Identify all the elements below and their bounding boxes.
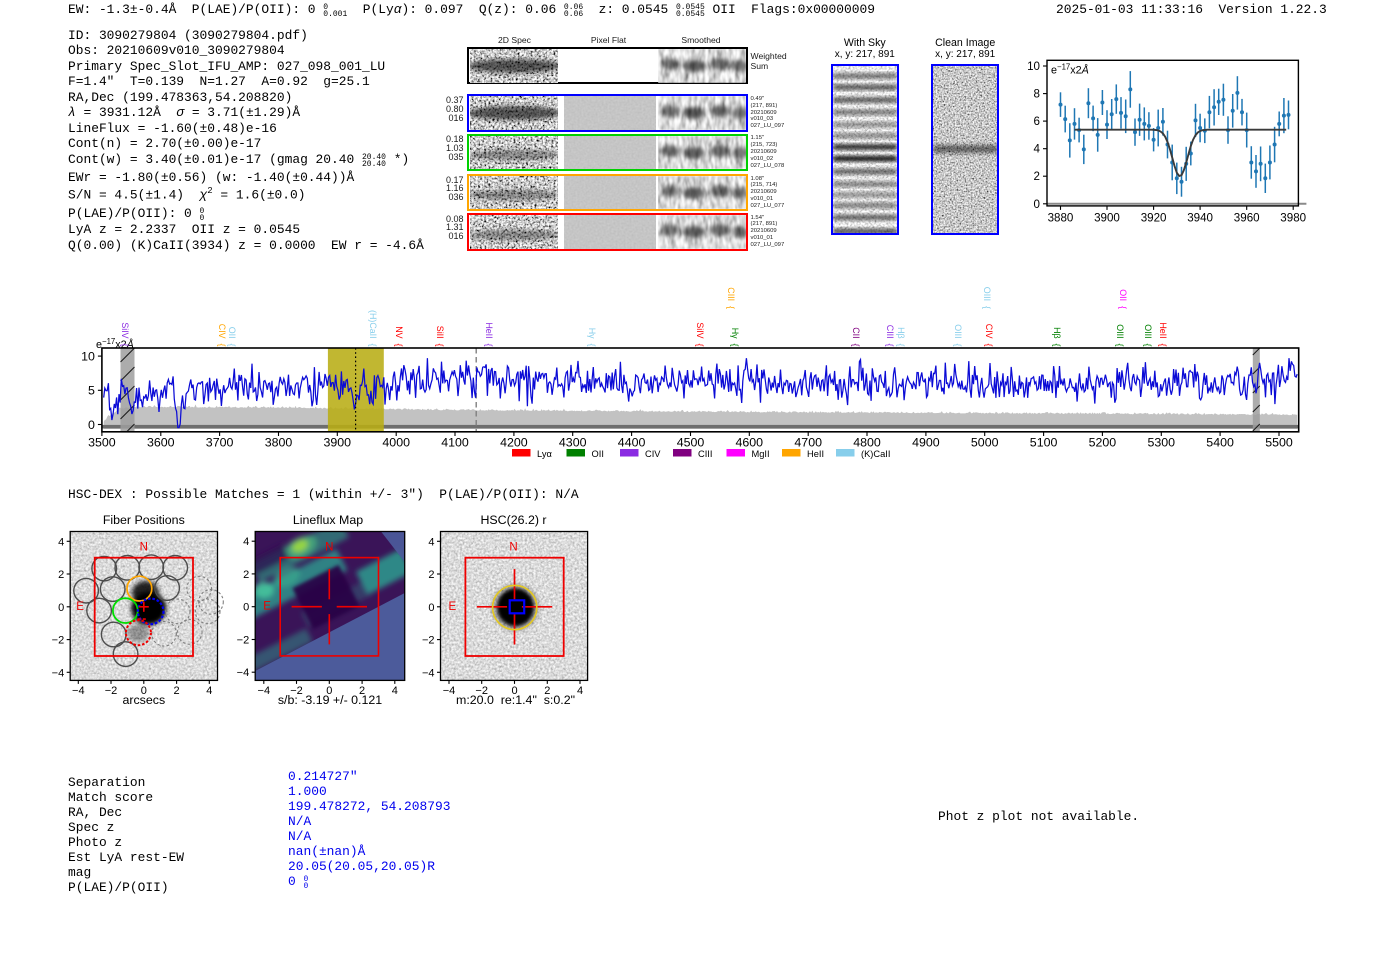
svg-text:(K)CaII: (K)CaII (861, 449, 890, 459)
svg-text:−2: −2 (52, 635, 65, 647)
svg-text:CIII: CIII (698, 449, 712, 459)
svg-text:E: E (263, 601, 271, 613)
svg-text:4: 4 (58, 536, 64, 548)
svg-text:Hγ {: Hγ { (730, 328, 740, 347)
svg-text:4: 4 (243, 536, 249, 548)
svg-text:−4: −4 (258, 685, 271, 697)
svg-text:5300: 5300 (1148, 436, 1176, 450)
svg-text:2: 2 (58, 569, 64, 581)
svg-text:5500: 5500 (1265, 436, 1293, 450)
svg-text:−4: −4 (422, 667, 435, 679)
svg-text:−4: −4 (237, 667, 250, 679)
svg-text:4: 4 (392, 685, 398, 697)
svg-text:E: E (449, 601, 457, 613)
svg-text:4800: 4800 (853, 436, 881, 450)
svg-text:−4: −4 (52, 667, 65, 679)
svg-text:−2: −2 (422, 635, 435, 647)
svg-text:HeII: HeII (807, 449, 824, 459)
svg-text:OIII {: OIII { (1143, 324, 1153, 346)
svg-text:2: 2 (428, 569, 434, 581)
svg-text:CIII {: CIII { (726, 287, 736, 309)
svg-text:4: 4 (577, 685, 583, 697)
svg-text:E: E (76, 601, 84, 613)
svg-text:Hβ {: Hβ { (1052, 327, 1062, 346)
svg-text:4: 4 (206, 685, 212, 697)
svg-text:5200: 5200 (1089, 436, 1117, 450)
svg-text:−2: −2 (105, 685, 118, 697)
svg-text:CII {: CII { (851, 327, 861, 346)
svg-text:4900: 4900 (912, 436, 940, 450)
svg-text:Hβ {: Hβ { (896, 327, 906, 346)
svg-text:OIII {: OIII { (953, 324, 963, 346)
svg-text:N: N (509, 542, 517, 554)
svg-text:−4: −4 (72, 685, 85, 697)
svg-text:5100: 5100 (1030, 436, 1058, 450)
svg-text:OIII {: OIII { (1115, 324, 1125, 346)
svg-text:HeII {: HeII { (1158, 322, 1168, 346)
svg-text:CIII {: CIII { (885, 325, 895, 347)
svg-text:5400: 5400 (1206, 436, 1234, 450)
svg-text:MgII: MgII (752, 449, 770, 459)
svg-text:−4: −4 (443, 685, 456, 697)
svg-text:0: 0 (428, 602, 434, 614)
svg-text:0: 0 (58, 602, 64, 614)
svg-text:−2: −2 (237, 635, 250, 647)
svg-text:2: 2 (243, 569, 249, 581)
svg-text:N: N (140, 542, 148, 554)
svg-text:2: 2 (174, 685, 180, 697)
svg-text:0: 0 (243, 602, 249, 614)
svg-text:OII {: OII { (1118, 289, 1128, 309)
svg-text:4: 4 (428, 536, 434, 548)
svg-text:CIV {: CIV { (984, 324, 994, 347)
svg-text:N: N (325, 542, 333, 554)
svg-text:5000: 5000 (971, 436, 999, 450)
svg-text:4600: 4600 (736, 436, 764, 450)
svg-text:OIII {: OIII { (982, 287, 992, 309)
svg-text:4700: 4700 (794, 436, 822, 450)
